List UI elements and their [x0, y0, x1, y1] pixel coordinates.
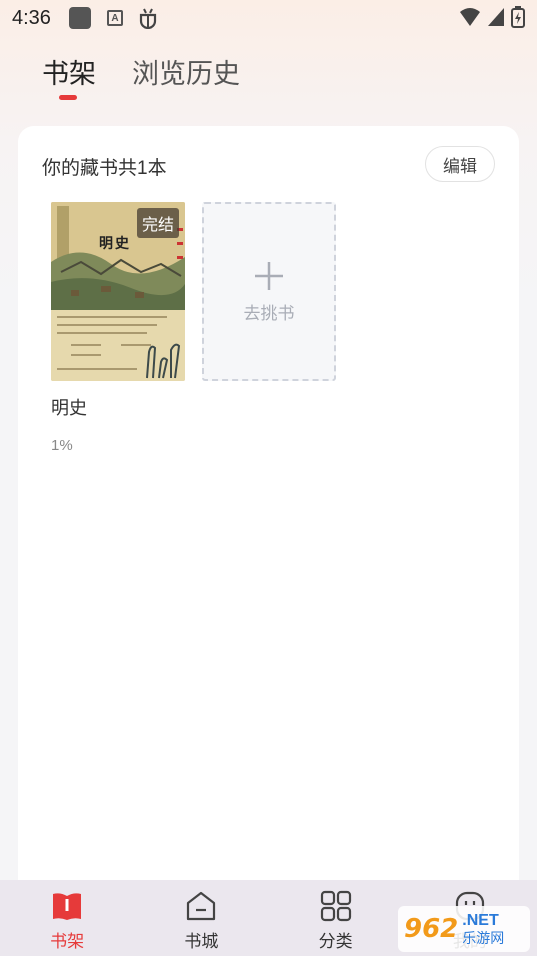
add-book-label: 去挑书	[243, 304, 295, 323]
watermark-side: .NET 乐游网	[462, 912, 505, 946]
a-letter-icon: A	[106, 10, 123, 26]
edit-button[interactable]: 编辑	[425, 146, 495, 182]
top-tabs: 书架 浏览历史	[42, 52, 240, 100]
nav-bookstore[interactable]: 书城	[134, 880, 268, 956]
cover-title: 明史	[99, 236, 131, 252]
watermark-suffix: .NET	[462, 912, 499, 929]
nav-bookshelf-label: 书架	[50, 932, 85, 951]
bookstore-icon	[187, 891, 216, 921]
tab-history[interactable]: 浏览历史	[132, 52, 240, 91]
completed-badge: 完结	[136, 208, 179, 238]
plus-icon	[255, 262, 283, 290]
watermark-number: 962	[404, 914, 459, 944]
tab-bookshelf[interactable]: 书架	[42, 52, 96, 100]
signal-icon	[488, 8, 504, 26]
bug-icon	[139, 8, 157, 29]
nav-bookstore-label: 书城	[184, 932, 219, 951]
wifi-icon	[460, 8, 480, 26]
nav-category-label: 分类	[318, 932, 353, 951]
bookshelf-icon	[53, 893, 82, 920]
status-bar: 4:36 A	[0, 0, 537, 36]
watermark-cn: 乐游网	[462, 930, 505, 946]
nav-bookshelf[interactable]: 书架	[0, 880, 134, 956]
category-grid-icon	[320, 890, 351, 922]
book-cover[interactable]: 明史 完结	[51, 202, 185, 381]
book-progress: 1%	[51, 437, 73, 454]
battery-icon	[511, 6, 525, 28]
site-watermark-logo: 962 .NET 乐游网	[398, 906, 530, 952]
bookshelf-card: 你的藏书共1本 编辑 明史 完结 明史 1% 去挑书	[18, 126, 519, 906]
book-item[interactable]: 明史 完结 明史 1%	[51, 202, 185, 454]
tab-history-label: 浏览历史	[132, 59, 240, 89]
add-book-button[interactable]: 去挑书	[202, 202, 336, 381]
active-tab-indicator	[59, 95, 77, 100]
nav-category[interactable]: 分类	[269, 880, 403, 956]
status-icons	[459, 6, 525, 28]
tab-bookshelf-label: 书架	[42, 59, 96, 89]
book-title[interactable]: 明史	[51, 394, 185, 420]
status-time: 4:36	[12, 6, 51, 29]
app-square-icon	[68, 7, 91, 29]
collection-count: 你的藏书共1本	[42, 158, 167, 179]
